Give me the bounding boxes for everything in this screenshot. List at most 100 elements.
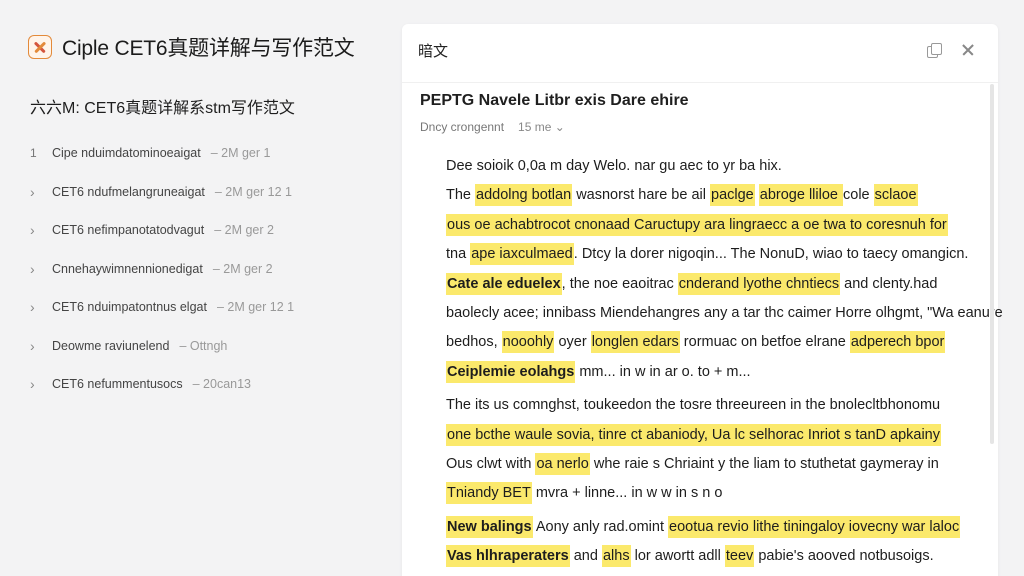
document-line: Ous clwt with oa nerlo whe raie s Chriai…	[446, 450, 966, 479]
text-segment: Dee soioik 0,0a m day Welo. nar gu aec t…	[446, 158, 782, 174]
chevron-right-icon: ›	[30, 376, 35, 393]
document-line: bedhos, nooohly oyer longlen edars rormu…	[446, 328, 966, 357]
panel-actions	[926, 42, 976, 58]
highlighted-text: ape iaxculmaed	[470, 243, 574, 266]
highlighted-text: adperech bpor	[849, 331, 946, 354]
text-segment: The its us comnghst, toukeedon the tosre…	[446, 397, 941, 414]
chevron-right-icon: ›	[30, 183, 35, 200]
text-segment: oyer	[554, 334, 591, 351]
history-item-title: CET6 ndufmelangruneaigat	[52, 184, 205, 199]
document-meta-label: Dncy crongennt	[420, 120, 505, 134]
history-item-meta: – 2M ger 2	[212, 261, 273, 276]
highlighted-text: abroge lliloe	[758, 184, 843, 207]
history-item[interactable]: › Deowme raviunelend – Ottngh	[30, 327, 370, 366]
history-item[interactable]: › CET6 nefummentusocs – 20can13	[30, 365, 370, 404]
history-item[interactable]: › CET6 nduimpatontnus elgat – 2M ger 12 …	[30, 288, 370, 327]
history-item-title: CET6 nefummentusocs	[52, 377, 183, 392]
document-line: tna ape iaxculmaed. Dtcy la dorer nigoqi…	[446, 240, 969, 269]
highlighted-text: paclge	[710, 184, 755, 207]
text-segment: mm... in w in ar o. to + m...	[575, 363, 751, 380]
item-number: 1	[30, 146, 37, 161]
text-segment: The	[446, 187, 476, 204]
text-segment: Ous clwt with	[446, 455, 536, 472]
highlighted-text: alhs	[601, 545, 631, 568]
text-segment: and clenty.had	[840, 275, 938, 292]
close-icon[interactable]	[960, 42, 976, 58]
divider	[402, 82, 998, 83]
text-segment: Aony anly rad.omint	[532, 518, 669, 535]
text-segment: . Dtcy la dorer nigoqin... The NonuD, wi…	[573, 246, 969, 263]
history-item[interactable]: › Cnnehaywimnennionedigat – 2M ger 2	[30, 250, 370, 289]
chevron-right-icon: ›	[30, 260, 35, 277]
copy-icon[interactable]	[926, 42, 942, 58]
chevron-right-icon: ›	[30, 299, 35, 316]
text-segment: baolecly acee; innibass Miendehangres an…	[446, 304, 1003, 321]
document-line: one bcthe waule sovia, tinre ct abaniody…	[446, 421, 966, 450]
panel-header-title: 暗文	[418, 43, 449, 60]
document-line: ous oe achabtrocot cnonaad Caructupy ara…	[446, 211, 966, 240]
app-logo-icon	[28, 35, 52, 59]
document-line: Tniandy BET mvra + linne... in w w in s …	[446, 479, 966, 508]
text-segment: cole	[843, 187, 874, 204]
history-item-meta: – 2M ger 12 1	[214, 184, 293, 199]
brand[interactable]: Ciple CET6真题详解与写作范文	[28, 32, 355, 62]
highlighted-text: New balings	[446, 515, 533, 538]
document-line: The its us comnghst, toukeedon the tosre…	[446, 391, 966, 420]
history-item-title: CET6 nefimpanotatodvagut	[52, 223, 205, 238]
text-segment: tna	[446, 246, 471, 263]
history-list: 1 Cipe nduimdatominoeaigat – 2M ger 1 › …	[30, 134, 370, 404]
document-line: New balings Aony anly rad.omint eootua r…	[446, 513, 966, 542]
history-item-meta: – 2M ger 12 1	[216, 300, 295, 315]
highlighted-text: sclaoe	[873, 184, 918, 207]
text-segment: and	[569, 548, 602, 565]
document-line: Cate ale eduelex, the noe eaoitrac cnder…	[446, 270, 966, 299]
document-line: The addolng botlan wasnorst hare be ail …	[446, 181, 966, 210]
document-line: Ceiplemie eolahgs mm... in w in ar o. to…	[446, 358, 966, 387]
history-item-meta: – 2M ger 1	[210, 146, 271, 161]
history-item-title: Deowme raviunelend	[52, 338, 170, 353]
document-line: Vas hlhraperaters and alhs lor awortt ad…	[446, 542, 966, 571]
app-window: Ciple CET6真题详解与写作范文 六六M: CET6真题详解系stm写作范…	[0, 0, 1024, 576]
history-item[interactable]: 1 Cipe nduimdatominoeaigat – 2M ger 1	[30, 134, 370, 173]
highlighted-text: Cate ale eduelex	[446, 272, 562, 295]
text-segment: lor awortt adll	[630, 548, 725, 565]
document-line: Dee soioik 0,0a m day Welo. nar gu aec t…	[446, 152, 966, 181]
history-item-title: Cipe nduimdatominoeaigat	[52, 146, 201, 161]
scrollbar[interactable]	[990, 84, 994, 444]
highlighted-text: addolng botlan	[475, 184, 573, 207]
history-item[interactable]: › CET6 ndufmelangruneaigat – 2M ger 12 1	[30, 173, 370, 212]
highlighted-text: cnderand lyothe chntiecs	[677, 272, 841, 295]
document-body: Dee soioik 0,0a m day Welo. nar gu aec t…	[446, 152, 1003, 571]
highlighted-text: oa nerlo	[535, 452, 590, 475]
document-line: baolecly acee; innibass Miendehangres an…	[446, 299, 1003, 328]
text-segment: rormuac on betfoe elrane	[679, 334, 850, 351]
document-time-dropdown[interactable]: 15 me ⌄	[518, 120, 565, 134]
section-title: 六六M: CET6真题详解系stm写作范文	[30, 100, 295, 117]
highlighted-text: one bcthe waule sovia, tinre ct abaniody…	[446, 423, 941, 446]
chevron-right-icon: ›	[30, 337, 35, 354]
highlighted-text: teev	[724, 545, 755, 568]
text-segment: pabie's aooved notbusoigs.	[754, 548, 934, 565]
highlighted-text: Vas hlhraperaters	[446, 545, 570, 568]
text-segment: mvra + linne... in w w in s n o	[531, 485, 723, 502]
history-item-meta: – Ottngh	[179, 338, 228, 353]
history-item-title: CET6 nduimpatontnus elgat	[52, 300, 207, 315]
highlighted-text: eootua revio lithe tiningaloy iovecny wa…	[668, 515, 961, 538]
text-segment: , the noe eaoitrac	[561, 275, 678, 292]
app-title: Ciple CET6真题详解与写作范文	[62, 37, 355, 60]
text-segment: whe raie s Chriaint y the liam to stuthe…	[589, 455, 939, 472]
text-segment: bedhos,	[446, 334, 502, 351]
highlighted-text: nooohly	[501, 331, 555, 354]
sidebar: Ciple CET6真题详解与写作范文 六六M: CET6真题详解系stm写作范…	[0, 0, 400, 576]
highlighted-text: Tniandy BET	[446, 482, 532, 505]
text-segment: wasnorst hare be ail	[572, 187, 710, 204]
document-meta: Dncy crongennt 15 me ⌄	[420, 120, 565, 134]
highlighted-text: Ceiplemie eolahgs	[446, 360, 576, 383]
history-item[interactable]: › CET6 nefimpanotatodvagut – 2M ger 2	[30, 211, 370, 250]
history-item-title: Cnnehaywimnennionedigat	[52, 261, 203, 276]
document-panel: 暗文 PEPTG Navele Litbr exis Dare ehire Dn…	[402, 24, 1003, 576]
history-item-meta: – 2M ger 2	[214, 223, 274, 238]
highlighted-text: longlen edars	[590, 331, 680, 354]
highlighted-text: ous oe achabtrocot cnonaad Caructupy ara…	[446, 213, 948, 236]
chevron-right-icon: ›	[30, 222, 35, 239]
